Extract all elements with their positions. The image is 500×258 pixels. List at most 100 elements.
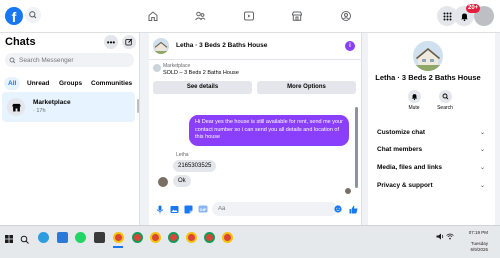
chrome-icon[interactable] — [186, 232, 197, 243]
outgoing-message: Hi Dear yes the house is still available… — [189, 115, 349, 146]
sticker-icon — [184, 205, 192, 213]
see-details-button[interactable]: See details — [153, 81, 252, 94]
search-icon — [442, 93, 448, 100]
volume-icon[interactable] — [436, 233, 445, 240]
mute-action[interactable]: Mute — [404, 90, 424, 111]
grid-menu-icon — [443, 12, 451, 20]
message-input[interactable] — [218, 206, 328, 212]
mute-button[interactable] — [407, 90, 421, 103]
gif-button[interactable]: GIF — [198, 204, 208, 214]
system-clock[interactable]: 07:19 PM Tuesday 6/9/2026 — [469, 230, 488, 254]
messenger-search[interactable] — [5, 53, 134, 67]
search-action[interactable]: Search — [435, 90, 455, 111]
incoming-message: 2165303525 — [173, 160, 217, 172]
message-input-box[interactable] — [212, 202, 338, 216]
marketplace-avatar — [7, 98, 25, 116]
search-icon[interactable] — [20, 235, 29, 244]
whatsapp-icon[interactable] — [75, 232, 86, 243]
incoming-message: Ok — [173, 175, 191, 187]
search-input[interactable] — [19, 56, 129, 64]
customize-chat-row[interactable]: Customize chat ⌄ — [377, 129, 487, 141]
attach-photo-button[interactable] — [169, 204, 179, 214]
clock-date: 6/9/2026 — [470, 247, 488, 252]
chat-window: Letha · 3 Beds 2 Baths House i Marketpla… — [149, 33, 362, 225]
conversation-time: · 17h — [33, 108, 46, 114]
svg-text:GIF: GIF — [200, 207, 207, 212]
section-label: Media, files and links — [377, 164, 443, 171]
search-label: Search — [437, 105, 453, 111]
top-navigation-bar: f 20+ — [0, 0, 500, 33]
marketplace-listing: Marketplace SOLD – 3 Beds 2 Baths House — [153, 62, 358, 78]
marketplace-icon — [11, 103, 21, 111]
details-name: Letha · 3 Beds 2 Baths House — [375, 73, 481, 82]
voice-clip-button[interactable] — [155, 204, 165, 214]
chevron-down-icon: ⌄ — [479, 147, 485, 153]
app-icon[interactable] — [94, 232, 105, 243]
chevron-down-icon: ⌄ — [479, 130, 485, 136]
house-image — [413, 41, 443, 71]
more-icon: ••• — [106, 37, 116, 47]
chat-scrollbar[interactable] — [355, 107, 358, 188]
section-label: Customize chat — [377, 129, 426, 136]
search-conversation-button[interactable] — [438, 90, 452, 103]
chrome-icon[interactable] — [168, 232, 179, 243]
thumbs-up-icon — [349, 205, 357, 213]
conversation-details: Letha · 3 Beds 2 Baths House Mute Search… — [368, 33, 495, 225]
chrome-icon[interactable] — [150, 232, 161, 243]
conversation-item[interactable]: Marketplace · 17h — [2, 92, 135, 122]
chrome-icon[interactable] — [132, 232, 143, 243]
info-button[interactable]: i — [345, 41, 355, 51]
house-image — [153, 38, 169, 54]
sender-name: Letha — [176, 152, 189, 158]
section-label: Chat members — [377, 146, 423, 153]
media-files-row[interactable]: Media, files and links ⌄ — [377, 164, 487, 176]
chats-title: Chats — [5, 36, 36, 48]
compose-icon — [125, 38, 133, 46]
info-icon: i — [349, 43, 351, 49]
chevron-down-icon: ⌄ — [479, 183, 485, 189]
emoji-button[interactable] — [333, 204, 343, 214]
photo-icon — [170, 205, 178, 213]
details-house-avatar[interactable] — [413, 41, 443, 71]
new-message-button[interactable] — [122, 35, 136, 49]
clock-time: 07:19 PM — [468, 230, 488, 235]
like-button[interactable] — [348, 204, 358, 214]
filter-unread[interactable]: Unread — [23, 77, 53, 90]
listing-thumbnail — [153, 64, 161, 72]
bell-icon — [460, 13, 468, 21]
chats-options-button[interactable]: ••• — [104, 35, 118, 49]
bell-icon — [411, 94, 417, 100]
house-avatar[interactable] — [153, 38, 169, 54]
sender-avatar[interactable] — [158, 177, 168, 187]
chrome-icon[interactable] — [222, 232, 233, 243]
listing-title[interactable]: SOLD – 3 Beds 2 Baths House — [163, 70, 239, 76]
windows-taskbar: 07:19 PM Tuesday 6/9/2026 — [0, 225, 500, 258]
filter-all[interactable]: All — [4, 77, 21, 90]
chrome-icon[interactable] — [204, 232, 215, 243]
active-indicator — [113, 246, 123, 248]
privacy-support-row[interactable]: Privacy & support ⌄ — [377, 182, 487, 194]
chat-title[interactable]: Letha · 3 Beds 2 Baths House — [176, 42, 267, 49]
filter-groups[interactable]: Groups — [55, 77, 86, 90]
edge-icon[interactable] — [38, 232, 49, 243]
sidebar-scrollbar[interactable] — [137, 99, 139, 113]
message-composer: GIF — [149, 199, 362, 221]
section-label: Privacy & support — [377, 182, 433, 189]
more-options-button[interactable]: More Options — [257, 81, 356, 94]
chat-members-row[interactable]: Chat members ⌄ — [377, 146, 487, 158]
listing-label: Marketplace — [163, 63, 191, 69]
mute-label: Mute — [408, 105, 420, 111]
notification-badge: 20+ — [466, 4, 481, 13]
filter-communities[interactable]: Communities — [87, 77, 136, 90]
windows-start-icon[interactable] — [5, 235, 13, 243]
network-icon[interactable] — [446, 233, 454, 240]
chats-sidebar: Chats ••• All Unread Groups Communities … — [0, 33, 140, 225]
sticker-button[interactable] — [183, 204, 193, 214]
microphone-icon — [156, 205, 164, 213]
gif-icon: GIF — [198, 205, 208, 213]
store-icon[interactable] — [57, 232, 68, 243]
search-icon — [9, 57, 16, 63]
chrome-icon[interactable] — [113, 232, 124, 243]
conversation-name: Marketplace — [33, 99, 71, 106]
chevron-down-icon: ⌄ — [479, 165, 485, 171]
